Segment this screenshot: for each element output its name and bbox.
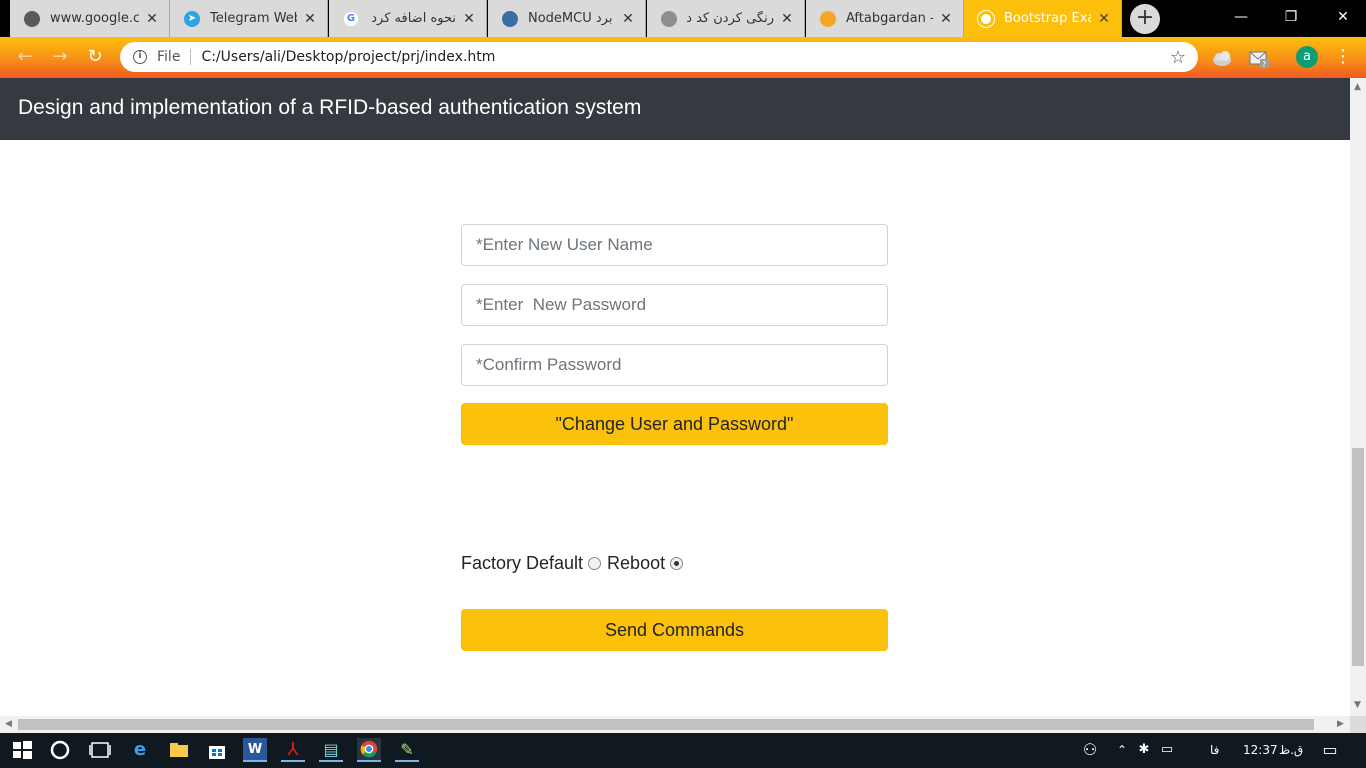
tab-title: رنگی کردن کد د: [687, 11, 774, 26]
site-navbar: Design and implementation of a RFID-base…: [0, 78, 1350, 140]
menu-kebab-icon[interactable]: ⋮: [1330, 45, 1356, 71]
factory-default-label: Factory Default: [461, 552, 584, 573]
mail-extension-icon[interactable]: ?: [1248, 47, 1270, 69]
horizontal-scroll-thumb[interactable]: [18, 719, 1314, 730]
url-text[interactable]: C:/Users/ali/Desktop/project/prj/index.h…: [201, 49, 495, 65]
close-tab-icon[interactable]: ✕: [939, 11, 953, 27]
edge-icon[interactable]: e: [128, 738, 152, 762]
notepad-plus-icon[interactable]: ✎: [395, 738, 419, 762]
scheme-label: File: [157, 49, 192, 65]
reload-icon[interactable]: ↻: [82, 45, 108, 71]
close-window-button[interactable]: ✕: [1320, 0, 1366, 37]
tab-code-color[interactable]: رنگی کردن کد د ✕: [647, 0, 805, 37]
page-viewport: Design and implementation of a RFID-base…: [0, 78, 1350, 716]
info-icon[interactable]: i: [133, 50, 147, 64]
notepad-icon[interactable]: ▤: [319, 738, 343, 762]
tab-nodemcu[interactable]: NodeMCU برد - ✕: [488, 0, 646, 37]
scroll-left-icon[interactable]: ◀: [5, 719, 12, 729]
new-username-input[interactable]: [461, 224, 888, 266]
close-tab-icon[interactable]: ✕: [462, 11, 476, 27]
tab-title: نحوه اضافه کرد: [371, 11, 456, 26]
command-radio-group: Factory Default Reboot: [461, 551, 689, 575]
restore-button[interactable]: ❐: [1268, 0, 1314, 37]
notifications-icon[interactable]: ▭: [1318, 738, 1342, 762]
people-icon[interactable]: ⚇: [1078, 738, 1102, 762]
tab-aftabgardan[interactable]: Aftabgardan - ✕: [806, 0, 964, 37]
task-view-icon[interactable]: [88, 738, 112, 762]
tab-telegram[interactable]: ➤ Telegram Web ✕: [170, 0, 328, 37]
new-tab-button[interactable]: +: [1130, 4, 1160, 34]
address-bar[interactable]: i File C:/Users/ali/Desktop/project/prj/…: [120, 42, 1198, 72]
reboot-radio[interactable]: [670, 556, 684, 570]
telegram-icon: ➤: [184, 10, 200, 27]
close-tab-icon[interactable]: ✕: [780, 11, 794, 27]
minimize-button[interactable]: —: [1218, 0, 1264, 37]
close-tab-icon[interactable]: ✕: [621, 11, 635, 27]
windows-start-icon[interactable]: [10, 738, 34, 762]
navbar-brand-title[interactable]: Design and implementation of a RFID-base…: [18, 96, 641, 120]
scroll-down-icon[interactable]: ▼: [1354, 700, 1361, 710]
change-credentials-button[interactable]: "Change User and Password": [461, 403, 888, 445]
clock-period[interactable]: ق.ظ: [1279, 743, 1303, 757]
vertical-scroll-thumb[interactable]: [1352, 448, 1364, 666]
tab-bootstrap-active[interactable]: Bootstrap Exam ✕: [964, 0, 1122, 37]
forward-arrow-icon[interactable]: →: [47, 45, 73, 71]
tab-title: Bootstrap Exam: [1004, 11, 1091, 26]
globe-icon: [661, 10, 677, 27]
horizontal-scrollbar[interactable]: ◀ ▶: [0, 716, 1350, 733]
language-indicator[interactable]: فا: [1210, 743, 1219, 757]
wifi-icon[interactable]: ✱: [1132, 738, 1156, 762]
clock-time[interactable]: 12:37: [1243, 743, 1278, 757]
tab-google[interactable]: www.google.co ✕: [10, 0, 170, 37]
tab-strip: www.google.co ✕ ➤ Telegram Web ✕ G نحوه …: [0, 0, 1366, 37]
reboot-label: Reboot: [607, 552, 666, 573]
vertical-scrollbar[interactable]: ▲ ▼: [1350, 78, 1366, 716]
acrobat-icon[interactable]: ⅄: [281, 738, 305, 762]
cloud-extension-icon[interactable]: [1211, 47, 1233, 69]
globe-icon: [24, 10, 40, 27]
store-icon[interactable]: [205, 738, 229, 762]
bookmark-star-icon[interactable]: ☆: [1170, 47, 1186, 68]
scroll-up-icon[interactable]: ▲: [1354, 82, 1361, 92]
cortana-icon[interactable]: [48, 738, 72, 762]
factory-default-radio[interactable]: [588, 556, 602, 570]
word-icon[interactable]: W: [243, 738, 267, 762]
tab-title: NodeMCU برد -: [528, 11, 615, 26]
profile-avatar[interactable]: a: [1296, 46, 1318, 68]
close-tab-icon[interactable]: ✕: [1097, 11, 1111, 27]
scroll-corner: [1350, 716, 1366, 733]
sunflower-icon: [820, 10, 836, 27]
chrome-icon[interactable]: [357, 738, 381, 762]
site-icon: [502, 10, 518, 27]
close-tab-icon[interactable]: ✕: [303, 11, 317, 27]
globe-icon: [978, 10, 994, 27]
new-password-input[interactable]: [461, 284, 888, 326]
windows-taskbar: e W ⅄ ▤ ✎ ⚇ ⌃ ✱ ▭ فا 12:37 ق.ظ ▭: [0, 733, 1366, 768]
show-hidden-icons-chevron[interactable]: ⌃: [1110, 738, 1134, 762]
close-tab-icon[interactable]: ✕: [145, 11, 159, 27]
browser-toolbar: ← → ↻ i File C:/Users/ali/Desktop/projec…: [0, 37, 1366, 78]
tab-title: Aftabgardan -: [846, 11, 933, 26]
scroll-right-icon[interactable]: ▶: [1337, 719, 1344, 729]
send-commands-button[interactable]: Send Commands: [461, 609, 888, 651]
tab-title: Telegram Web: [210, 11, 297, 26]
battery-icon[interactable]: ▭: [1155, 738, 1179, 762]
tab-title: www.google.co: [50, 11, 139, 26]
google-icon: G: [343, 10, 359, 27]
file-explorer-icon[interactable]: [167, 738, 191, 762]
back-arrow-icon[interactable]: ←: [12, 45, 38, 71]
svg-text:?: ?: [1262, 60, 1266, 69]
confirm-password-input[interactable]: [461, 344, 888, 386]
tab-google-search[interactable]: G نحوه اضافه کرد ✕: [329, 0, 487, 37]
